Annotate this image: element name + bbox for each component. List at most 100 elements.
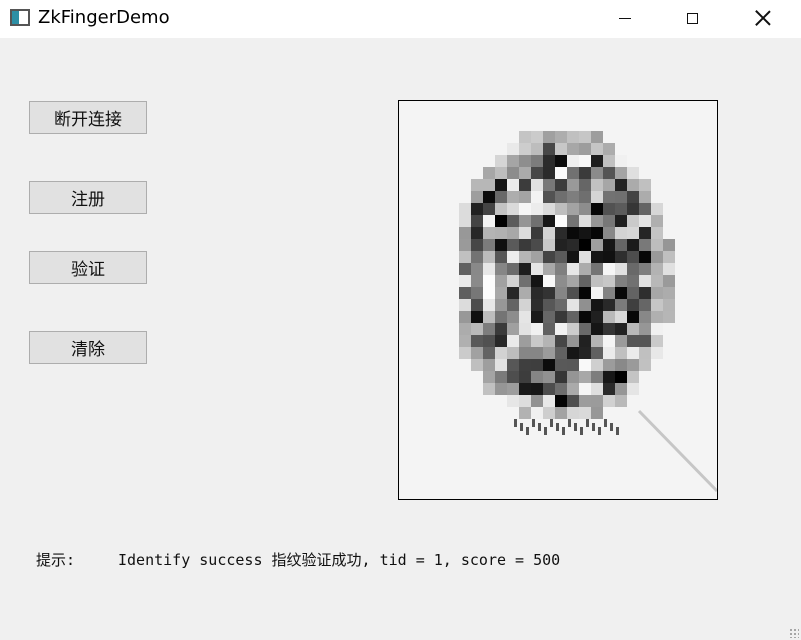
- fingerprint-pixel: [663, 251, 675, 263]
- fingerprint-pixel: [567, 179, 579, 191]
- fingerprint-pixel: [543, 251, 555, 263]
- fingerprint-pixel: [603, 383, 615, 395]
- fingerprint-pixel: [555, 347, 567, 359]
- fingerprint-pixel: [471, 191, 483, 203]
- fingerprint-pixel: [459, 275, 471, 287]
- fingerprint-pixel: [495, 287, 507, 299]
- fingerprint-pixel: [639, 179, 651, 191]
- fingerprint-pixel: [615, 155, 627, 167]
- fingerprint-pixel: [459, 287, 471, 299]
- fingerprint-pixel: [543, 131, 555, 143]
- clear-button[interactable]: 清除: [29, 331, 147, 364]
- fingerprint-pixel: [603, 287, 615, 299]
- fingerprint-pixel: [627, 323, 639, 335]
- fingerprint-pixel: [495, 179, 507, 191]
- fingerprint-pixel: [651, 251, 663, 263]
- fingerprint-pixel: [555, 263, 567, 275]
- fingerprint-pixel: [663, 239, 675, 251]
- fingerprint-pixel: [495, 227, 507, 239]
- fingerprint-ridge: [538, 423, 541, 431]
- fingerprint-pixel: [519, 167, 531, 179]
- fingerprint-pixel: [495, 371, 507, 383]
- fingerprint-pixel: [519, 239, 531, 251]
- title-bar[interactable]: ZkFingerDemo: [0, 0, 801, 38]
- fingerprint-pixel: [507, 251, 519, 263]
- fingerprint-pixel: [615, 311, 627, 323]
- fingerprint-pixel: [483, 227, 495, 239]
- fingerprint-pixel: [471, 239, 483, 251]
- register-button[interactable]: 注册: [29, 181, 147, 214]
- fingerprint-pixel: [603, 203, 615, 215]
- maximize-button[interactable]: [669, 0, 715, 36]
- fingerprint-pixel: [519, 287, 531, 299]
- fingerprint-pixel: [507, 155, 519, 167]
- fingerprint-pixel: [591, 299, 603, 311]
- fingerprint-pixel: [507, 203, 519, 215]
- fingerprint-pixel: [615, 251, 627, 263]
- fingerprint-pixel: [567, 383, 579, 395]
- fingerprint-pixel: [531, 179, 543, 191]
- fingerprint-pixel: [591, 191, 603, 203]
- fingerprint-pixel: [483, 239, 495, 251]
- fingerprint-pixel: [543, 371, 555, 383]
- fingerprint-pixel: [495, 347, 507, 359]
- fingerprint-pixel: [507, 143, 519, 155]
- fingerprint-pixel: [555, 299, 567, 311]
- fingerprint-pixel: [519, 215, 531, 227]
- fingerprint-pixel: [483, 251, 495, 263]
- fingerprint-pixel: [543, 359, 555, 371]
- fingerprint-pixel: [651, 347, 663, 359]
- resize-grip-icon[interactable]: [789, 628, 799, 638]
- fingerprint-pixel: [531, 407, 543, 419]
- fingerprint-pixel: [579, 179, 591, 191]
- fingerprint-pixel: [627, 263, 639, 275]
- fingerprint-pixel: [531, 263, 543, 275]
- minimize-icon: [619, 17, 631, 19]
- fingerprint-pixel: [639, 215, 651, 227]
- fingerprint-pixel: [531, 143, 543, 155]
- fingerprint-pixel: [579, 191, 591, 203]
- fingerprint-pixel: [483, 203, 495, 215]
- disconnect-button[interactable]: 断开连接: [29, 101, 147, 134]
- fingerprint-pixel: [663, 263, 675, 275]
- fingerprint-pixel: [555, 179, 567, 191]
- fingerprint-ridge: [520, 423, 523, 431]
- window-title: ZkFingerDemo: [38, 7, 170, 28]
- fingerprint-pixel: [567, 167, 579, 179]
- fingerprint-pixel: [603, 251, 615, 263]
- fingerprint-pixel: [531, 215, 543, 227]
- fingerprint-pixel: [591, 359, 603, 371]
- fingerprint-pixel: [591, 179, 603, 191]
- fingerprint-pixel: [471, 359, 483, 371]
- fingerprint-pixel: [615, 203, 627, 215]
- close-button[interactable]: [740, 0, 786, 36]
- fingerprint-pixel: [651, 323, 663, 335]
- fingerprint-ridge: [610, 423, 613, 431]
- fingerprint-pixel: [555, 311, 567, 323]
- fingerprint-pixel: [567, 203, 579, 215]
- fingerprint-ridge: [604, 419, 607, 427]
- fingerprint-pixel: [567, 311, 579, 323]
- fingerprint-pixel: [651, 311, 663, 323]
- fingerprint-pixel: [579, 239, 591, 251]
- verify-button[interactable]: 验证: [29, 251, 147, 284]
- fingerprint-pixel: [495, 239, 507, 251]
- fingerprint-pixel: [507, 323, 519, 335]
- fingerprint-pixel: [531, 251, 543, 263]
- fingerprint-pixel: [627, 191, 639, 203]
- fingerprint-pixel: [495, 203, 507, 215]
- fingerprint-pixel: [651, 239, 663, 251]
- fingerprint-pixel: [459, 203, 471, 215]
- fingerprint-pixel: [639, 203, 651, 215]
- minimize-button[interactable]: [602, 0, 648, 36]
- fingerprint-pixel: [591, 371, 603, 383]
- fingerprint-pixel: [519, 371, 531, 383]
- fingerprint-pixel: [543, 239, 555, 251]
- fingerprint-pixel: [459, 311, 471, 323]
- fingerprint-pixel: [459, 239, 471, 251]
- fingerprint-pixel: [543, 347, 555, 359]
- fingerprint-pixel: [495, 335, 507, 347]
- fingerprint-pixel: [543, 167, 555, 179]
- app-window-icon: [10, 9, 30, 26]
- fingerprint-pixel: [639, 287, 651, 299]
